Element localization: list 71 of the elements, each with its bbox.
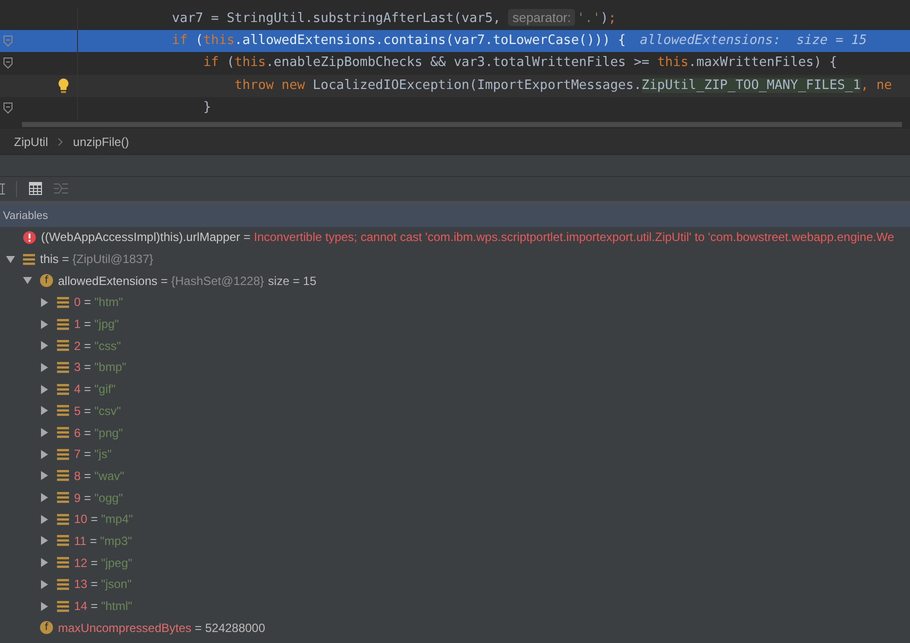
- fold-marker-icon[interactable]: [3, 57, 13, 70]
- field-icon: f: [40, 621, 53, 634]
- expand-arrow-icon[interactable]: [40, 384, 49, 394]
- variable-text: ((WebAppAccessImpl)this).urlMapper = Inconvertible types; cannot cast 'com.ibm.wps.scriptportlet.importexport.util.ZipUtil' to 'com.bowstreet.webapp.engine.We: [41, 230, 894, 244]
- expand-arrow-icon[interactable]: [40, 341, 49, 350]
- variable-text: 13 = "json": [74, 577, 132, 592]
- variable-text: 5 = "csv": [74, 404, 121, 418]
- list-icon: [57, 578, 69, 590]
- expand-arrow-icon[interactable]: [40, 471, 49, 480]
- variable-text: 7 = "js": [74, 447, 112, 462]
- list-icon: [57, 296, 69, 308]
- variable-text: 14 = "html": [74, 599, 132, 614]
- horizontal-scrollbar[interactable]: [22, 122, 902, 126]
- code-line: if (this.enableZipBombChecks && var3.totalWrittenFiles >= this.maxWrittenFiles) {: [202, 54, 838, 72]
- fold-marker-icon[interactable]: [3, 34, 13, 47]
- expand-arrow-icon[interactable]: [40, 514, 49, 524]
- list-icon: [57, 427, 69, 438]
- code-line: throw new LocalizedIOException(ImportExportMessages.ZipUtil_ZIP_TOO_MANY_FILES_1, ne: [234, 76, 892, 95]
- panel-title: Variables: [3, 210, 48, 222]
- variable-text: allowedExtensions = {HashSet@1228} size = 15: [58, 274, 316, 288]
- variable-text: 10 = "mp4": [74, 512, 133, 526]
- expand-arrow-icon[interactable]: [40, 428, 49, 438]
- list-icon: [57, 318, 69, 330]
- list-icon: [23, 254, 35, 265]
- list-icon: [57, 557, 69, 568]
- list-icon: [57, 362, 69, 373]
- error-icon: [23, 230, 36, 244]
- variable-text: this = {ZipUtil@1837}: [40, 252, 154, 266]
- collapse-arrow-icon[interactable]: [6, 254, 15, 264]
- variable-text: 9 = "ogg": [74, 490, 123, 505]
- collapse-arrow-icon[interactable]: [23, 276, 32, 286]
- variable-text: 1 = "jpg": [74, 317, 119, 332]
- fold-marker-icon[interactable]: [3, 102, 13, 114]
- code-line: if (this.allowedExtensions.contains(var7.toLowerCase())) { allowedExtensions: size = 15: [170, 32, 867, 50]
- list-icon: [57, 600, 69, 612]
- expand-arrow-icon[interactable]: [40, 450, 49, 459]
- breadcrumb-item[interactable]: unzipFile(): [73, 134, 130, 148]
- expand-arrow-icon[interactable]: [40, 406, 49, 416]
- chevron-icon: [58, 138, 64, 146]
- code-line: }: [202, 99, 212, 118]
- variable-text: 8 = "wav": [74, 468, 124, 483]
- expand-arrow-icon[interactable]: [40, 362, 49, 372]
- variable-text: 4 = "gif": [74, 382, 116, 396]
- list-icon: [57, 448, 69, 460]
- variable-text: maxUncompressedBytes = 524288000: [58, 620, 266, 635]
- variable-text: 12 = "jpeg": [74, 556, 132, 570]
- list-icon: [57, 492, 69, 504]
- list-icon: [57, 340, 69, 352]
- cursor-icon[interactable]: [0, 182, 6, 194]
- list-icon: [57, 535, 69, 546]
- variable-text: 0 = "htm": [74, 295, 123, 310]
- lightbulb-icon[interactable]: [58, 78, 69, 94]
- field-icon: f: [40, 274, 53, 288]
- variable-text: 3 = "bmp": [74, 360, 126, 374]
- expand-arrow-icon[interactable]: [40, 298, 49, 307]
- expand-arrow-icon[interactable]: [40, 602, 49, 611]
- expand-arrow-icon[interactable]: [40, 558, 49, 568]
- list-icon: [57, 405, 69, 416]
- expand-arrow-icon[interactable]: [40, 320, 49, 329]
- variable-text: 11 = "mp3": [74, 534, 132, 548]
- code-line: var7 = StringUtil.substringAfterLast(var5, separator: '.');: [170, 8, 616, 28]
- list-icon: [57, 514, 69, 525]
- expand-arrow-icon[interactable]: [40, 580, 49, 589]
- expand-arrow-icon[interactable]: [40, 536, 49, 546]
- expand-arrow-icon[interactable]: [40, 493, 49, 502]
- variable-text: 6 = "png": [74, 426, 123, 440]
- list-icon: [57, 384, 69, 395]
- table-icon[interactable]: [29, 182, 42, 195]
- list-icon: [57, 470, 69, 482]
- variable-text: 2 = "css": [74, 338, 121, 353]
- breadcrumb-item[interactable]: ZipUtil: [14, 134, 48, 148]
